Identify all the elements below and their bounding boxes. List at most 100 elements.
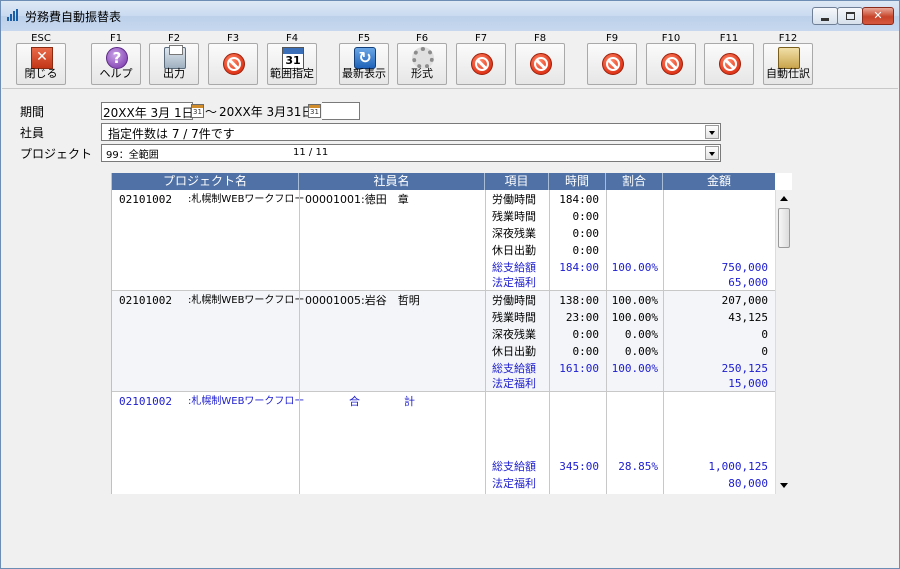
project-select-count: 11 / 11 xyxy=(293,147,329,158)
close-button-label: 閉じる xyxy=(24,67,58,80)
output-button-label: 出力 xyxy=(163,67,185,80)
help-button[interactable]: ヘルプ xyxy=(91,43,141,85)
time-value: 138:00 xyxy=(559,294,599,307)
employee-name: 00001001:徳田 章 xyxy=(305,193,409,206)
chevron-down-icon[interactable] xyxy=(705,146,719,160)
project-select[interactable]: 99：全範囲 11 / 11 xyxy=(101,144,721,162)
vertical-scrollbar[interactable] xyxy=(775,190,792,494)
project-code: 02101002 xyxy=(119,193,172,206)
item-label: 深夜残業 xyxy=(492,227,536,240)
amount-value: 0 xyxy=(761,345,768,358)
summary-project-name: :札幌制WEBワークフロー xyxy=(188,396,305,407)
f8-button[interactable] xyxy=(515,43,565,85)
scrollbar-thumb[interactable] xyxy=(778,208,790,248)
close-x-icon: ✕ xyxy=(873,9,883,22)
summary-ratio: 28.85% xyxy=(618,460,658,473)
time-value: 0:00 xyxy=(572,227,600,240)
period-to-calendar-icon[interactable]: 31 xyxy=(308,104,321,118)
app-chart-icon xyxy=(7,9,21,21)
ratio-value: 100.00% xyxy=(611,311,658,324)
scroll-up-icon[interactable] xyxy=(776,190,792,207)
summary-time: 345:00 xyxy=(559,460,599,473)
col-divider xyxy=(663,190,664,494)
item-label: 残業時間 xyxy=(492,311,536,324)
f9-button[interactable] xyxy=(587,43,637,85)
range-button[interactable]: 31 範囲指定 xyxy=(267,43,317,85)
minimize-icon xyxy=(821,18,829,21)
chevron-down-icon[interactable] xyxy=(705,125,719,139)
amount-value-total: 65,000 xyxy=(728,276,768,289)
period-from-field[interactable]: 20XX年 3月 1日 xyxy=(101,102,194,120)
amount-value: 43,125 xyxy=(728,311,768,324)
item-label: 深夜残業 xyxy=(492,328,536,341)
employee-label: 社員 xyxy=(20,126,45,140)
item-label: 労働時間 xyxy=(492,193,536,206)
item-label: 残業時間 xyxy=(492,210,536,223)
disabled-icon xyxy=(602,53,624,75)
col-header-ratio: 割合 xyxy=(606,173,663,190)
summary-item-label: 法定福利 xyxy=(492,477,536,490)
col-divider xyxy=(606,190,607,494)
title-bar[interactable]: 労務費自動振替表 ✕ xyxy=(1,1,899,31)
col-header-time: 時間 xyxy=(549,173,606,190)
format-button-label: 形式 xyxy=(411,67,433,80)
table-row[interactable]: 02101002 :札幌制WEBワークフロー 00001005:岩谷 哲明 労働… xyxy=(112,291,775,392)
employee-select-value: 指定件数は 7 / 7件です xyxy=(108,127,235,141)
period-from-calendar-icon[interactable]: 31 xyxy=(191,104,204,118)
item-label: 休日出勤 xyxy=(492,244,536,257)
time-value-total: 161:00 xyxy=(559,362,599,375)
f3-button[interactable] xyxy=(208,43,258,85)
auto-journal-button[interactable]: 自動仕訳 xyxy=(763,43,813,85)
help-button-label: ヘルプ xyxy=(99,67,133,80)
project-code: 02101002 xyxy=(119,294,172,307)
auto-journal-button-label: 自動仕訳 xyxy=(766,67,810,80)
refresh-button[interactable]: 最新表示 xyxy=(339,43,389,85)
function-key-toolbar: ESC 閉じる F1 ヘルプ F2 出力 F3 F4 31 範囲指定 F5 xyxy=(2,31,898,89)
period-label: 期間 xyxy=(20,105,45,119)
f10-button[interactable] xyxy=(646,43,696,85)
summary-project-code: 02101002 xyxy=(119,395,172,408)
col-divider xyxy=(485,190,486,494)
summary-amount: 1,000,125 xyxy=(708,460,768,473)
project-label: プロジェクト xyxy=(20,147,93,161)
amount-value-total: 15,000 xyxy=(728,377,768,390)
time-value: 0:00 xyxy=(572,345,600,358)
disabled-icon xyxy=(661,53,683,75)
time-value: 0:00 xyxy=(572,328,600,341)
summary-item-label: 総支給額 xyxy=(492,460,536,473)
amount-value: 207,000 xyxy=(721,294,768,307)
period-to-field-tail xyxy=(322,102,360,120)
format-button[interactable]: 形式 xyxy=(397,43,447,85)
ratio-value: 0.00% xyxy=(624,328,658,341)
allocation-table: プロジェクト名 社員名 項目 時間 割合 金額 02101002 :札幌制WEB… xyxy=(111,173,792,494)
project-name: :札幌制WEBワークフロー xyxy=(188,194,305,205)
window-close-button[interactable]: ✕ xyxy=(862,7,894,25)
ratio-value-total: 100.00% xyxy=(611,261,658,274)
time-value: 0:00 xyxy=(572,244,600,257)
f11-button[interactable] xyxy=(704,43,754,85)
employee-select[interactable]: 指定件数は 7 / 7件です xyxy=(101,123,721,141)
scroll-down-icon[interactable] xyxy=(776,477,792,494)
summary-label-a: 合 xyxy=(349,395,360,408)
maximize-button[interactable] xyxy=(837,7,863,25)
summary-row[interactable]: 02101002 :札幌制WEBワークフロー 合 計 総支給額 345:00 2… xyxy=(112,392,775,494)
col-header-project: プロジェクト名 xyxy=(112,173,299,190)
period-to-field[interactable]: 20XX年 3月31日 xyxy=(218,102,313,120)
close-button[interactable]: 閉じる xyxy=(16,43,66,85)
f7-button[interactable] xyxy=(456,43,506,85)
table-row[interactable]: 02101002 :札幌制WEBワークフロー 00001001:徳田 章 労働時… xyxy=(112,190,775,291)
col-divider xyxy=(299,190,300,494)
project-name: :札幌制WEBワークフロー xyxy=(188,295,305,306)
output-button[interactable]: 出力 xyxy=(149,43,199,85)
maximize-icon xyxy=(846,12,855,20)
summary-label-b: 計 xyxy=(404,395,415,408)
item-label-total: 法定福利 xyxy=(492,377,536,390)
disabled-icon xyxy=(719,53,741,75)
summary-amount: 80,000 xyxy=(728,477,768,490)
ratio-value-total: 100.00% xyxy=(611,362,658,375)
employee-name: 00001005:岩谷 哲明 xyxy=(305,294,420,307)
disabled-icon xyxy=(223,53,245,75)
time-value: 0:00 xyxy=(572,210,600,223)
minimize-button[interactable] xyxy=(812,7,838,25)
disabled-icon xyxy=(530,53,552,75)
